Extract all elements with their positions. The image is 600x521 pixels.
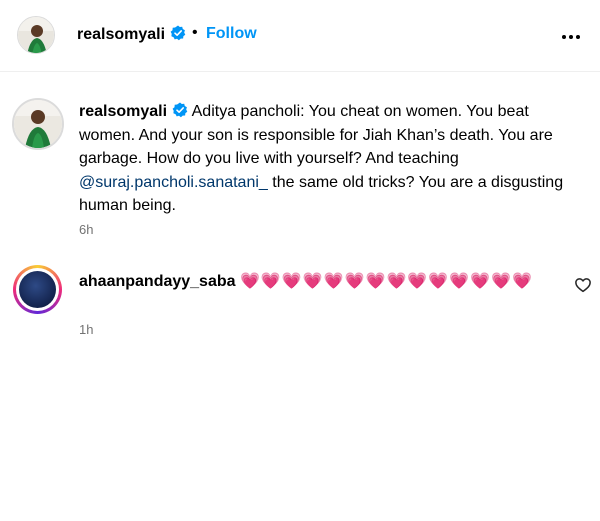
caption-text: realsomyali Aditya pancholi: You cheat o… bbox=[79, 100, 579, 218]
commenter-avatar[interactable] bbox=[19, 271, 56, 308]
caption-author-avatar[interactable] bbox=[12, 98, 64, 150]
caption-username[interactable]: realsomyali bbox=[79, 103, 167, 120]
story-ring[interactable] bbox=[13, 265, 62, 314]
post-header: realsomyali • Follow bbox=[0, 0, 600, 72]
verified-badge-icon bbox=[170, 25, 186, 41]
heart-outline-icon[interactable] bbox=[574, 276, 592, 294]
more-horizontal-icon[interactable] bbox=[560, 26, 588, 46]
avatar-ring-gap bbox=[16, 268, 59, 311]
author-username[interactable]: realsomyali bbox=[77, 25, 186, 44]
separator-dot: • bbox=[192, 24, 198, 41]
avatar-photo-icon bbox=[14, 100, 62, 148]
comment-hearts: 💗💗💗💗💗💗💗💗💗💗💗💗💗💗 bbox=[239, 273, 533, 290]
verified-badge-icon bbox=[172, 102, 188, 118]
commenter-username[interactable]: ahaanpandayy_saba bbox=[79, 273, 236, 290]
caption-timestamp[interactable]: 6h bbox=[79, 222, 93, 237]
follow-button[interactable]: Follow bbox=[206, 25, 257, 43]
mention-link[interactable]: @suraj.pancholi.sanatani_ bbox=[79, 174, 268, 191]
author-username-text[interactable]: realsomyali bbox=[77, 26, 165, 43]
comment-timestamp[interactable]: 1h bbox=[79, 322, 93, 337]
comment-text: ahaanpandayy_saba 💗💗💗💗💗💗💗💗💗💗💗💗💗💗 bbox=[79, 270, 559, 293]
author-avatar[interactable] bbox=[17, 16, 55, 54]
avatar-photo-icon bbox=[18, 17, 54, 53]
